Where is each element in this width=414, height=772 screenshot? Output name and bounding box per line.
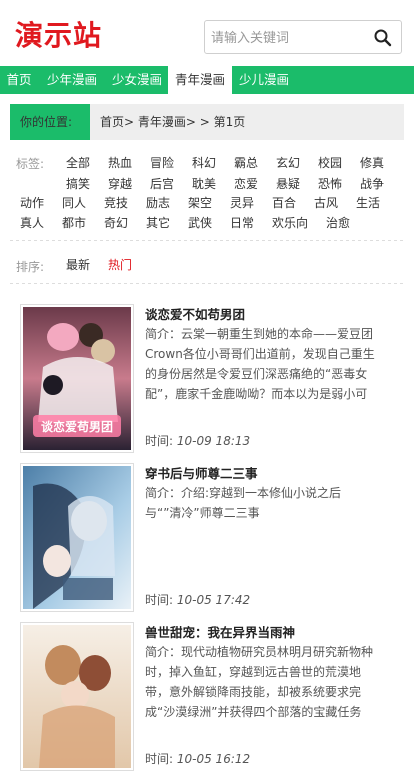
tag-item[interactable]: 热血 [108,155,132,171]
tag-item[interactable]: 日常 [230,215,254,231]
tags-title: 标签: [16,157,45,171]
nav-item-seinen[interactable]: 青年漫画 [168,66,232,94]
comic-cover[interactable]: 谈恋爱苟男团 [20,304,134,453]
tag-item[interactable]: 全部 [66,155,90,171]
site-logo[interactable]: 演示站 [15,14,102,54]
tag-item[interactable]: 动作 [20,195,44,211]
tag-filter: 标签: 全部 热血 冒险 科幻 霸总 玄幻 校园 修真 搞笑 穿越 后宫 耽美 … [0,150,414,240]
tag-item[interactable]: 恋爱 [234,176,258,192]
tag-item[interactable]: 后宫 [150,176,174,192]
tag-item[interactable]: 战争 [360,176,384,192]
breadcrumb-label: 你的位置: [10,104,90,140]
time-value: 10-09 18:13 [176,434,251,448]
cover-image: 谈恋爱苟男团 [23,307,131,450]
tag-item[interactable]: 悬疑 [276,176,300,192]
divider [10,283,404,284]
tag-item[interactable]: 校园 [318,155,342,171]
sort-hot[interactable]: 热门 [108,256,132,273]
comic-desc: 简介：介绍:穿越到一本修仙小说之后与“”清冷”师尊二三事 [145,486,342,520]
time-label: 时间: [145,434,174,448]
tag-item[interactable]: 百合 [272,195,296,211]
cover-image [23,466,131,609]
tag-item[interactable]: 武侠 [188,215,212,231]
tag-item[interactable]: 穿越 [108,176,132,192]
comic-desc: 简介：云棠一朝重生到她的本命——爱豆团Crown各位小哥哥们出道前，发现自己重生… [145,327,375,401]
tag-item[interactable]: 真人 [20,215,44,231]
tag-item[interactable]: 同人 [62,195,86,211]
sort-latest[interactable]: 最新 [66,256,90,273]
header: 演示站 [0,0,414,66]
tag-item[interactable]: 生活 [356,195,380,211]
search-icon[interactable] [373,28,393,48]
comic-cover[interactable] [20,622,134,771]
comic-item[interactable]: 兽世甜宠：我在异界当雨神 简介：现代动植物研究员林明月研究新物种时，掉入鱼缸，穿… [20,622,404,772]
comic-title[interactable]: 穿书后与师尊二三事 [145,463,258,482]
search-box [204,20,402,54]
breadcrumb: 你的位置: 首页> 青年漫画> > 第1页 [10,104,404,140]
tag-item[interactable]: 玄幻 [276,155,300,171]
tag-item[interactable]: 治愈 [326,215,350,231]
comic-title[interactable]: 兽世甜宠：我在异界当雨神 [145,622,295,641]
tag-item[interactable]: 都市 [62,215,86,231]
tag-item[interactable]: 修真 [360,155,384,171]
tag-item[interactable]: 冒险 [150,155,174,171]
tag-item[interactable]: 励志 [146,195,170,211]
sort-title: 排序: [16,260,45,274]
nav-item-home[interactable]: 首页 [0,66,38,94]
comic-item[interactable]: 穿书后与师尊二三事 简介：介绍:穿越到一本修仙小说之后与“”清冷”师尊二三事 时… [20,463,404,613]
tag-item[interactable]: 其它 [146,215,170,231]
time-value: 10-05 16:12 [176,752,251,766]
divider [10,240,404,241]
tag-item[interactable]: 竞技 [104,195,128,211]
time-value: 10-05 17:42 [176,593,251,607]
tag-item[interactable]: 古风 [314,195,338,211]
comic-time: 时间: 10-05 16:12 [145,750,250,767]
cover-title: 谈恋爱苟男团 [41,419,113,434]
comic-time: 时间: 10-05 17:42 [145,591,250,608]
nav-item-shonen[interactable]: 少年漫画 [38,66,106,94]
tag-item[interactable]: 恐怖 [318,176,342,192]
comic-title[interactable]: 谈恋爱不如苟男团 [145,304,245,323]
tag-item[interactable]: 奇幻 [104,215,128,231]
comic-item[interactable]: 谈恋爱苟男团 谈恋爱不如苟男团 简介：云棠一朝重生到她的本命——爱豆团Crown… [20,304,404,454]
tag-item[interactable]: 科幻 [192,155,216,171]
tag-item[interactable]: 灵异 [230,195,254,211]
comic-cover[interactable] [20,463,134,612]
cover-image [23,625,131,768]
comic-time: 时间: 10-09 18:13 [145,432,250,449]
tag-item[interactable]: 耽美 [192,176,216,192]
nav-item-shoujo[interactable]: 少女漫画 [106,66,168,94]
tag-item[interactable]: 搞笑 [66,176,90,192]
tag-item[interactable]: 欢乐向 [272,215,308,231]
tag-item[interactable]: 霸总 [234,155,258,171]
nav-item-kids[interactable]: 少儿漫画 [232,66,296,94]
breadcrumb-path[interactable]: 首页> 青年漫画> > 第1页 [100,104,245,140]
main-nav: 首页 少年漫画 少女漫画 青年漫画 少儿漫画 [0,66,414,94]
time-label: 时间: [145,593,174,607]
tag-item[interactable]: 架空 [188,195,212,211]
time-label: 时间: [145,752,174,766]
comic-desc: 简介：现代动植物研究员林明月研究新物种时，掉入鱼缸，穿越到远古兽世的荒漠地带，意… [145,645,374,719]
search-input[interactable] [211,28,366,48]
